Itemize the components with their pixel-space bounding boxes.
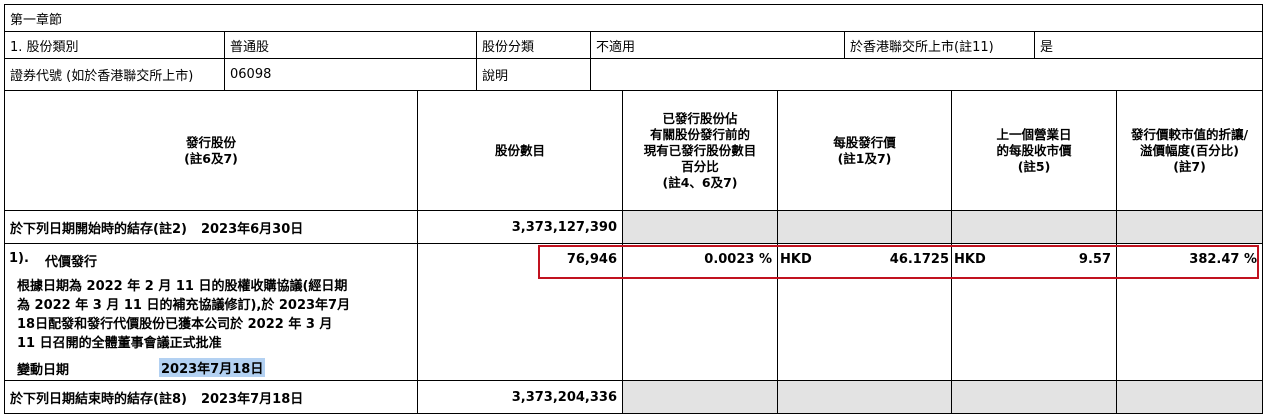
- issue-price-value: 46.1725: [889, 252, 949, 267]
- closing-price-value: 9.57: [1078, 252, 1111, 267]
- opening-issue-price-cell: [777, 210, 952, 244]
- header-pct-issued: 已發行股份佔 有關股份發行前的 現有已發行股份數目 百分比 (註4、6及7): [622, 90, 778, 211]
- opening-discount-cell: [1116, 210, 1263, 244]
- description-label: 說明: [476, 58, 591, 91]
- opening-closing-price-cell: [951, 210, 1117, 244]
- movement-shares: 76,946: [417, 243, 623, 381]
- listed-label: 於香港聯交所上市(註11): [844, 31, 1035, 59]
- header-issued-shares: 發行股份 (註6及7): [4, 90, 418, 211]
- opening-balance-shares: 3,373,127,390: [417, 210, 623, 244]
- header-share-count: 股份數目: [417, 90, 623, 211]
- change-date-label: 變動日期: [17, 363, 70, 378]
- section-title-text: 第一章節: [10, 12, 63, 28]
- closing-issue-price-cell: [777, 380, 952, 414]
- movement-issue-price: HKD 46.1725: [777, 243, 952, 381]
- closing-balance-date: 2023年7月18日: [200, 391, 304, 407]
- closing-pct-cell: [622, 380, 778, 414]
- closing-balance-shares: 3,373,204,336: [417, 380, 623, 414]
- issue-price-currency: HKD: [780, 252, 812, 267]
- movement-discount: 382.47 %: [1116, 243, 1263, 381]
- header-discount: 發行價較市值的折讓/溢價幅度(百分比) (註7): [1116, 90, 1263, 211]
- listed-value: 是: [1034, 31, 1263, 59]
- closing-balance-label: 於下列日期結束時的結存(註8) 2023年7月18日: [4, 380, 418, 414]
- movement-closing-price: HKD 9.57: [951, 243, 1117, 381]
- movement-type: 代價發行: [45, 255, 98, 270]
- share-class-label: 1. 股份類別: [4, 31, 225, 59]
- change-date-value: 2023年7月18日: [159, 358, 266, 377]
- section-title: 第一章節: [4, 4, 1263, 32]
- share-category-value: 不適用: [590, 31, 845, 59]
- movement-number: 1).: [9, 251, 29, 266]
- movement-details: 1). 代價發行 根據日期為 2022 年 2 月 11 日的股權收購協議(經日…: [4, 243, 418, 381]
- header-issue-price: 每股發行價 (註1及7): [777, 90, 952, 211]
- description-value: [590, 58, 1263, 91]
- closing-discount-cell: [1116, 380, 1263, 414]
- share-category-label: 股份分類: [476, 31, 591, 59]
- closing-closing-price-cell: [951, 380, 1117, 414]
- movement-pct: 0.0023 %: [622, 243, 778, 381]
- stock-code-label: 證券代號 (如於香港聯交所上市): [4, 58, 225, 91]
- opening-balance-date: 2023年6月30日: [200, 221, 304, 237]
- closing-price-currency: HKD: [954, 252, 986, 267]
- opening-pct-cell: [622, 210, 778, 244]
- movement-description: 根據日期為 2022 年 2 月 11 日的股權收購協議(經日期 為 2022 …: [17, 279, 351, 351]
- stock-code-value: 06098: [224, 58, 477, 91]
- header-closing-price: 上一個營業日 的每股收市價 (註5): [951, 90, 1117, 211]
- opening-balance-label: 於下列日期開始時的結存(註2) 2023年6月30日: [4, 210, 418, 244]
- share-class-value: 普通股: [224, 31, 477, 59]
